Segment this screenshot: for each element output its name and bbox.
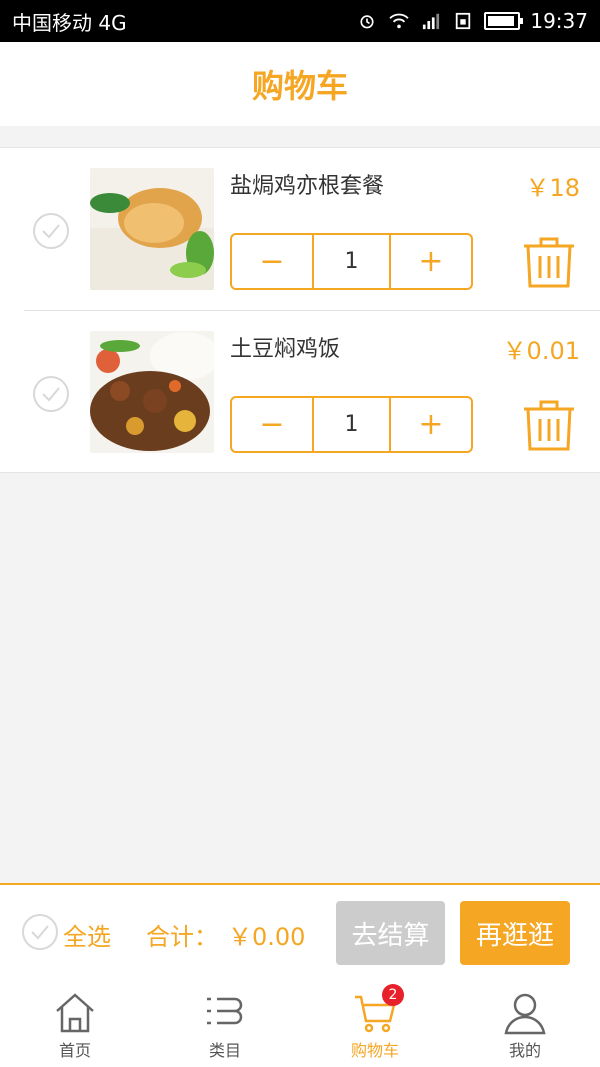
profile-icon (504, 993, 546, 1035)
quantity-stepper: − 1 + (230, 396, 473, 453)
signal-icon (423, 13, 440, 30)
tab-profile[interactable]: 我的 (450, 981, 600, 1067)
tab-label: 我的 (508, 1041, 541, 1060)
total-label: 合计： (146, 923, 218, 951)
alarm-icon (360, 15, 374, 29)
continue-shopping-button[interactable]: 再逛逛 (460, 901, 570, 965)
select-all-label[interactable]: 全选 (63, 917, 111, 952)
item-select-checkbox[interactable] (33, 213, 69, 249)
tab-label: 类目 (208, 1041, 241, 1060)
quantity-stepper: − 1 + (230, 233, 473, 290)
battery-icon (484, 12, 524, 30)
carrier-text: 中国移动 4G (12, 10, 127, 35)
increase-button[interactable]: + (391, 235, 471, 288)
total-value: ￥0.00 (228, 923, 306, 951)
decrease-button[interactable]: − (232, 235, 312, 288)
bottom-tab-bar: 首页 类目 2 购物车 我的 (0, 981, 600, 1067)
checkmark-icon (42, 224, 60, 239)
product-image[interactable] (90, 168, 214, 290)
product-name: 土豆焖鸡饭 (230, 337, 341, 362)
tab-home[interactable]: 首页 (0, 981, 150, 1067)
home-icon (56, 993, 94, 1033)
cart-list: 盐焗鸡亦根套餐 ￥18 − 1 + 土豆焖鸡饭 ￥0.01 − 1 + (0, 147, 600, 473)
product-image[interactable] (90, 331, 214, 453)
quantity-value: 1 (312, 398, 391, 451)
trash-icon[interactable] (520, 234, 578, 290)
product-price: ￥0.01 (502, 337, 580, 365)
tab-category[interactable]: 类目 (150, 981, 300, 1067)
select-all-checkbox[interactable] (22, 914, 58, 950)
status-bar: 中国移动 4G 19:37 (0, 0, 600, 42)
product-price: ￥18 (525, 174, 580, 202)
cart-item: 土豆焖鸡饭 ￥0.01 − 1 + (24, 310, 600, 472)
tab-label: 首页 (58, 1041, 91, 1060)
product-name: 盐焗鸡亦根套餐 (230, 174, 385, 199)
tab-cart[interactable]: 2 购物车 (300, 981, 450, 1067)
cart-item: 盐焗鸡亦根套餐 ￥18 − 1 + (0, 148, 600, 310)
page-header: 购物车 (0, 42, 600, 126)
tab-label: 购物车 (350, 1041, 399, 1060)
trash-icon[interactable] (520, 397, 578, 453)
clock-text: 19:37 (530, 9, 588, 33)
category-icon (207, 997, 243, 1025)
increase-button[interactable]: + (391, 398, 471, 451)
quantity-value: 1 (312, 235, 391, 288)
item-select-checkbox[interactable] (33, 376, 69, 412)
wifi-icon (389, 13, 410, 29)
cart-count-badge: 2 (382, 984, 404, 1006)
checkout-bar: 全选 合计： ￥0.00 去结算 再逛逛 (0, 883, 600, 981)
checkmark-icon (42, 387, 60, 402)
checkout-button[interactable]: 去结算 (336, 901, 445, 965)
checkmark-icon (31, 925, 49, 940)
page-title: 购物车 (251, 67, 348, 105)
sim-icon (456, 12, 471, 30)
decrease-button[interactable]: − (232, 398, 312, 451)
